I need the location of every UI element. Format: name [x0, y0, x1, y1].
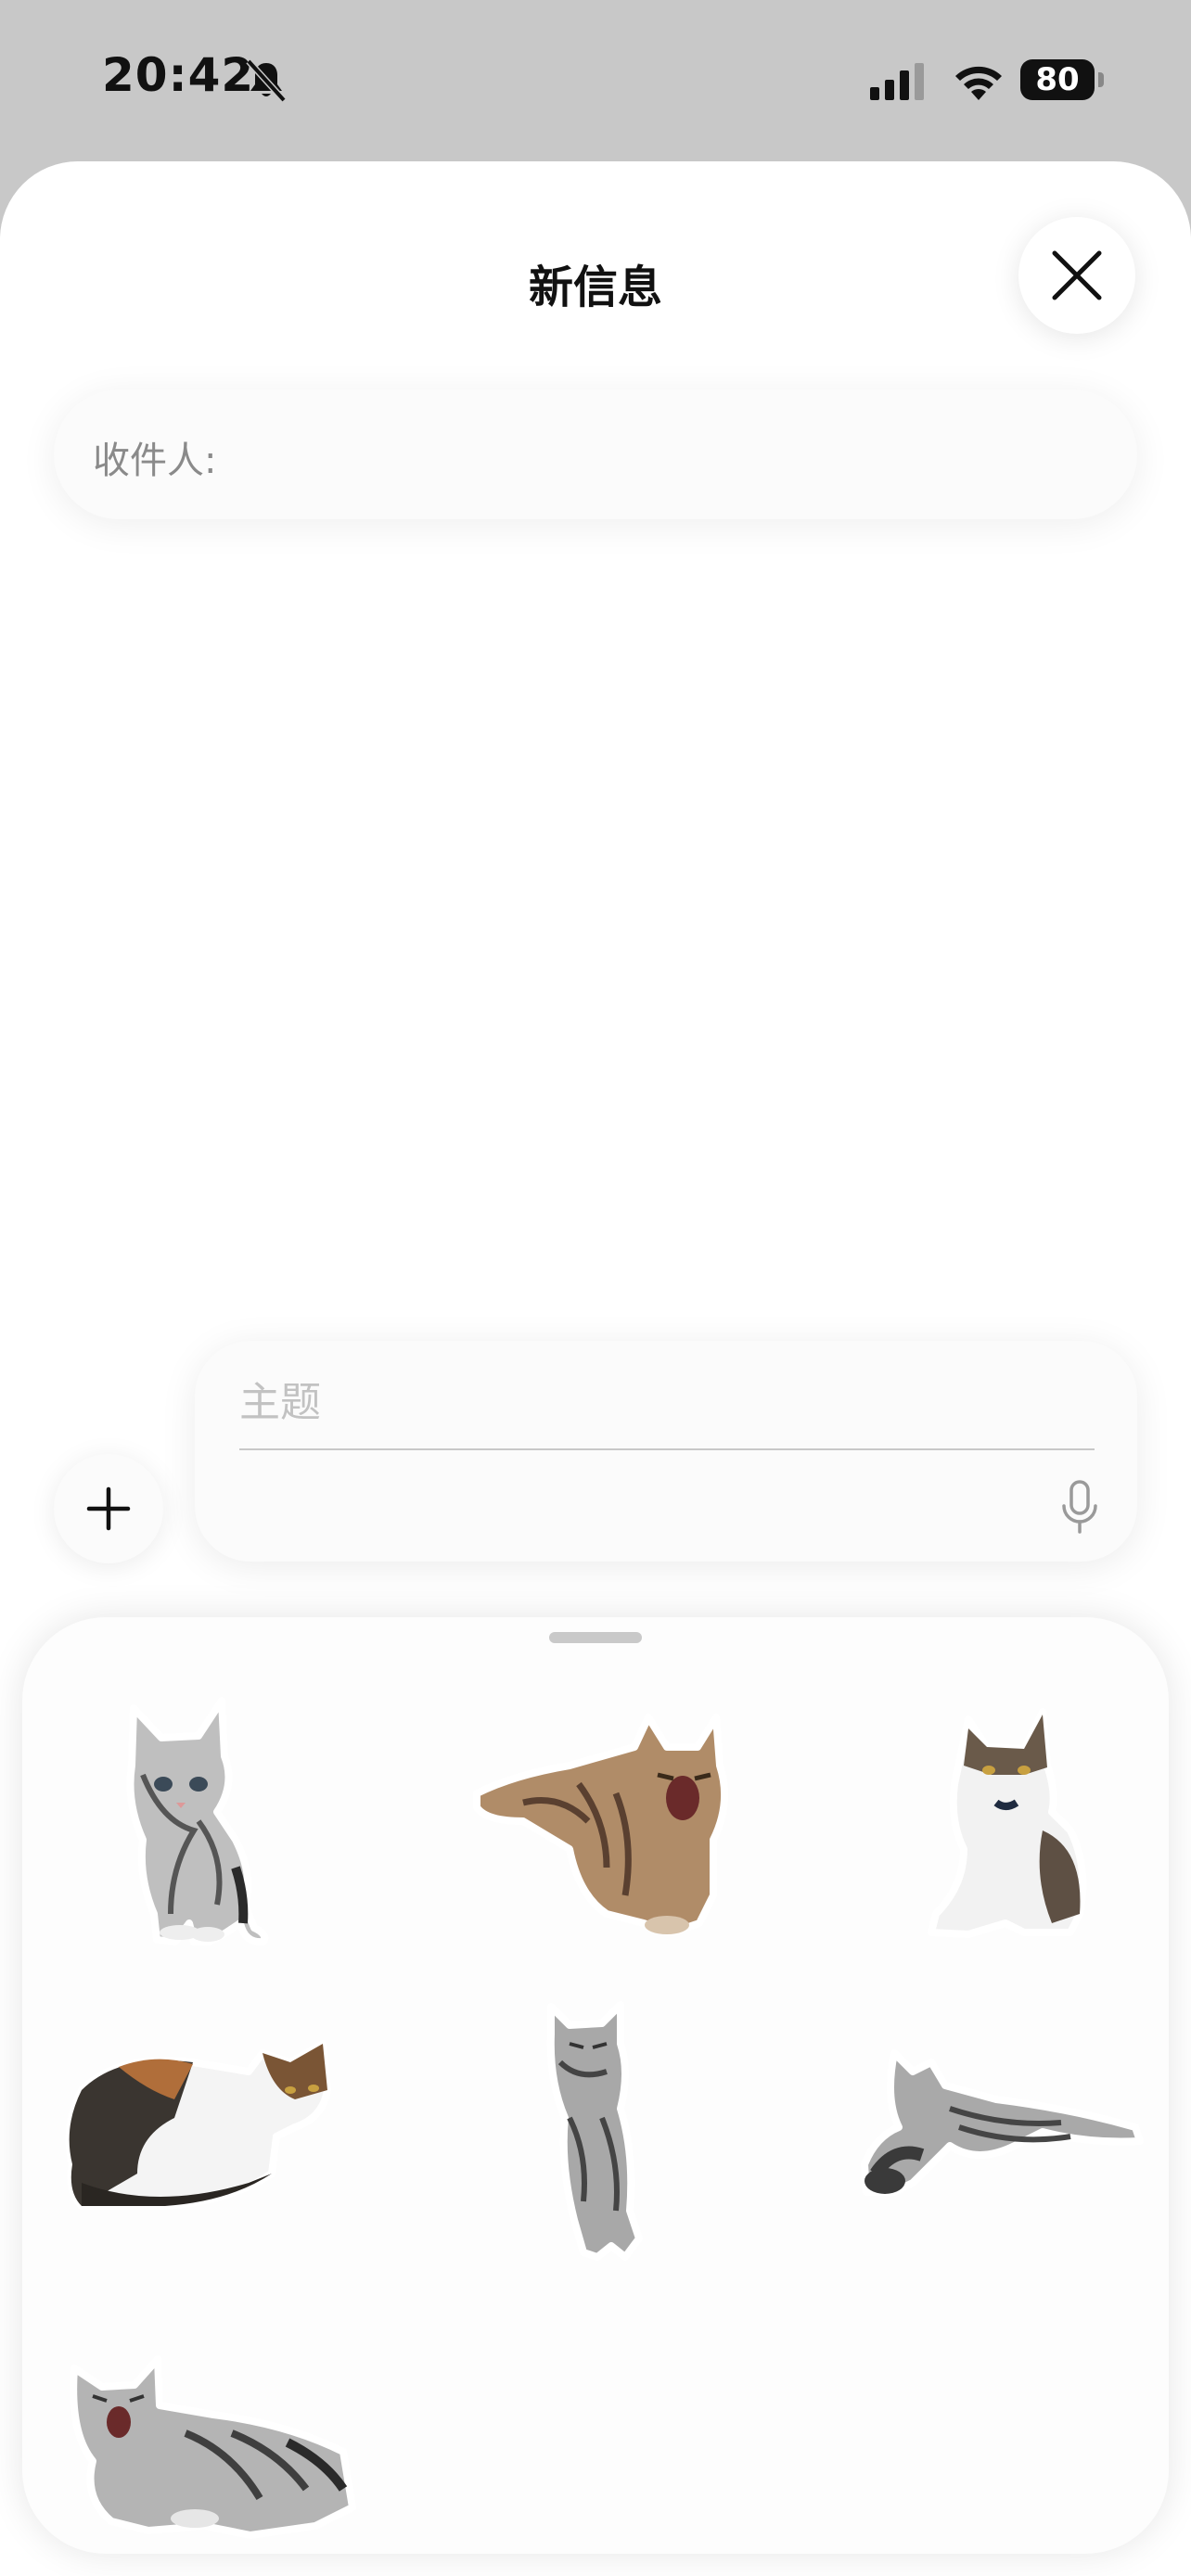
wifi-icon	[955, 66, 1002, 100]
sticker-kitten[interactable]	[106, 1691, 310, 1960]
subject-field[interactable]: 主题	[239, 1369, 321, 1428]
sticker-calico-sitting[interactable]	[913, 1701, 1098, 1951]
sticker-brown-tabby-yawning[interactable]	[467, 1710, 746, 1951]
battery-level: 80	[1020, 59, 1095, 100]
recipient-field[interactable]: 收件人:	[54, 389, 1137, 519]
battery-indicator: 80	[1020, 59, 1106, 102]
cellular-signal-icon	[870, 63, 924, 100]
plus-icon	[86, 1486, 131, 1531]
status-bar: 20:42 80	[0, 0, 1191, 158]
close-button[interactable]	[1018, 217, 1135, 334]
xmark-icon	[1052, 250, 1102, 300]
sticker-drawer	[22, 1617, 1169, 2554]
bell-slash-icon	[246, 58, 287, 103]
sticker-silver-tabby-stretched[interactable]	[857, 2034, 1154, 2220]
message-compose-box[interactable]: 主题	[195, 1341, 1137, 1562]
status-time: 20:42	[102, 48, 255, 102]
battery-cap	[1098, 72, 1104, 87]
sticker-calico-lying[interactable]	[63, 2034, 360, 2220]
subject-divider	[239, 1448, 1095, 1450]
microphone-icon[interactable]	[1059, 1480, 1100, 1536]
sheet-title: 新信息	[528, 261, 662, 313]
sticker-silver-tabby-standing[interactable]	[532, 1997, 662, 2266]
recipient-label: 收件人:	[93, 440, 217, 482]
drawer-grabber[interactable]	[549, 1632, 642, 1643]
sticker-silver-tabby-yawning[interactable]	[65, 2350, 362, 2544]
add-attachment-button[interactable]	[54, 1454, 163, 1563]
